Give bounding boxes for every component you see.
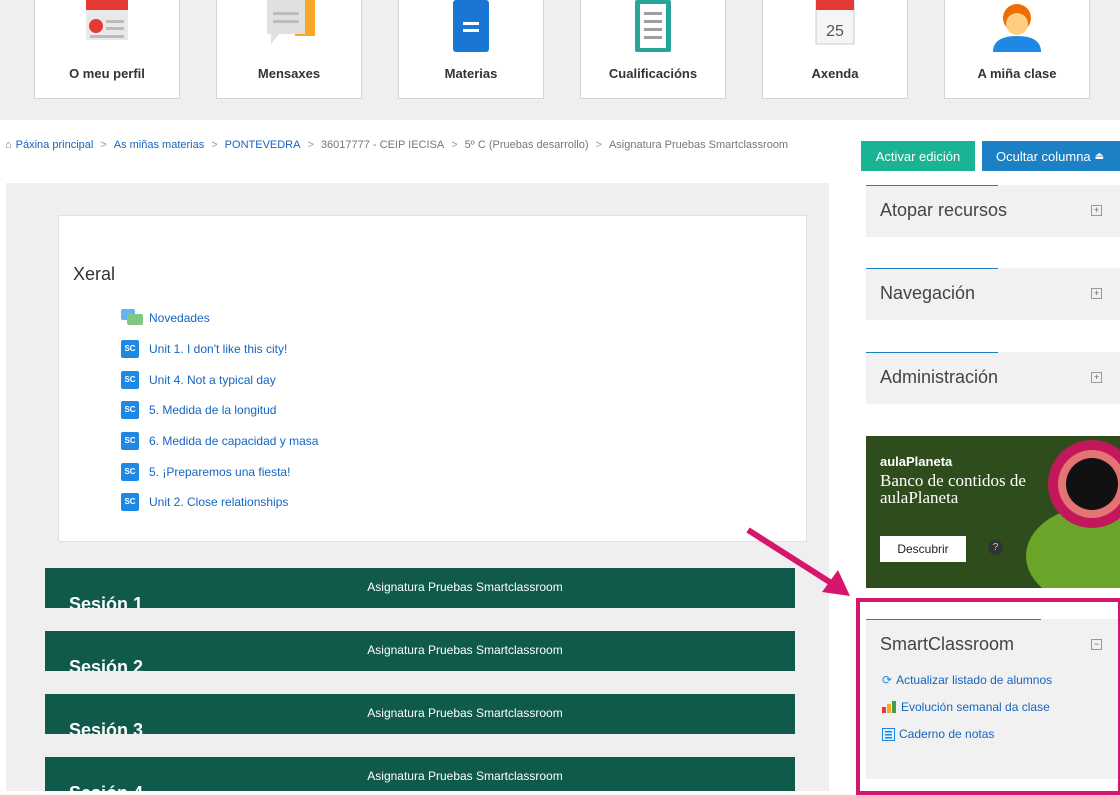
activity-label: Unit 1. I don't like this city! [149, 342, 288, 356]
tile-label: Cualificacións [608, 66, 698, 81]
smartclassroom-icon: SC [121, 401, 139, 419]
expand-icon[interactable]: + [1091, 372, 1102, 383]
section-course-name: Asignatura Pruebas Smartclassroom [367, 706, 563, 720]
section-course-name: Asignatura Pruebas Smartclassroom [367, 643, 563, 657]
smartclassroom-icon: SC [121, 493, 139, 511]
tile-messages[interactable]: Mensaxes [216, 0, 362, 99]
section-course-name: Asignatura Pruebas Smartclassroom [367, 580, 563, 594]
smartclassroom-icon: SC [121, 371, 139, 389]
tile-label: Mensaxes [257, 66, 321, 81]
hide-column-button[interactable]: Ocultar columna ⏏ [982, 141, 1120, 171]
activity-item[interactable]: SC Unit 2. Close relationships [121, 491, 288, 513]
eject-icon: ⏏ [1094, 150, 1105, 162]
section-banner[interactable]: Asignatura Pruebas Smartclassroom Sesión… [45, 757, 795, 791]
section-name: Sesión 3 [69, 720, 144, 734]
help-icon[interactable]: ? [988, 540, 1003, 555]
activity-item[interactable]: SC 6. Medida de capacidad y masa [121, 430, 318, 452]
expand-icon[interactable]: + [1091, 288, 1102, 299]
book-icon [453, 0, 489, 52]
profile-icon [86, 0, 128, 40]
activity-label: 5. Medida de la longitud [149, 403, 277, 417]
breadcrumb-item[interactable]: Asignatura Pruebas Smartclassroom [609, 139, 788, 151]
breadcrumb-item[interactable]: 36017777 - CEIP IECISA [321, 139, 444, 151]
hide-column-label: Ocultar columna [996, 148, 1091, 164]
class-icon [993, 4, 1041, 52]
top-menu-bar: O meu perfil Mensaxes Materias Cualifica… [0, 0, 1120, 120]
activity-label: 5. ¡Preparemos una fiesta! [149, 465, 291, 479]
section-banner[interactable]: Asignatura Pruebas Smartclassroom Sesión… [45, 631, 795, 671]
activity-item[interactable]: SC 5. ¡Preparemos una fiesta! [121, 461, 290, 483]
breadcrumb-item[interactable]: PONTEVEDRA [225, 139, 301, 151]
section-course-name: Asignatura Pruebas Smartclassroom [367, 769, 563, 783]
breadcrumb: ⌂ Páxina principal > As miñas materias > P… [5, 139, 789, 151]
tile-label: O meu perfil [69, 66, 145, 81]
calendar-day: 25 [826, 23, 844, 40]
tile-subjects[interactable]: Materias [398, 0, 544, 99]
block-title: Administración [880, 367, 999, 387]
tile-grades[interactable]: Cualificacións [580, 0, 726, 99]
block-title: Atopar recursos [880, 200, 1008, 220]
home-icon: ⌂ [5, 139, 12, 151]
forum-icon [121, 309, 143, 325]
promo-text: Banco de contidos de aulaPlaneta [880, 471, 1026, 507]
breadcrumb-item[interactable]: 5º C (Pruebas desarrollo) [465, 139, 589, 151]
smartclassroom-icon: SC [121, 432, 139, 450]
block-administration[interactable]: Administración + [866, 352, 1120, 404]
tile-class[interactable]: A miña clase [944, 0, 1090, 99]
activity-item[interactable]: SC Unit 4. Not a typical day [121, 369, 276, 391]
block-title: Navegación [880, 283, 976, 303]
breadcrumb-home[interactable]: Páxina principal [16, 139, 94, 151]
annotation-arrow [746, 527, 850, 596]
section-name: Sesión 4 [69, 783, 143, 791]
activity-label: Unit 2. Close relationships [149, 495, 289, 509]
discover-button[interactable]: Descubrir [880, 536, 966, 562]
expand-icon[interactable]: + [1091, 205, 1102, 216]
tile-label: Materias [444, 66, 498, 81]
highlight-box [856, 598, 1120, 795]
clipboard-icon [635, 0, 671, 52]
activate-editing-button[interactable]: Activar edición [861, 141, 975, 171]
activity-label: 6. Medida de capacidad y masa [149, 434, 319, 448]
aulaplaneta-promo: aulaPlaneta Banco de contidos de aulaPla… [866, 436, 1120, 588]
promo-brand: aulaPlaneta [880, 454, 953, 469]
activity-label: Novedades [149, 311, 210, 325]
block-find-resources[interactable]: Atopar recursos + [866, 185, 1120, 237]
section-name: Sesión 1 [69, 594, 144, 608]
section-name: Sesión 2 [69, 657, 144, 671]
smartclassroom-icon: SC [121, 340, 139, 358]
messages-icon [267, 0, 315, 44]
smartclassroom-icon: SC [121, 463, 139, 481]
section-general: Xeral Novedades SC Unit 1. I don't like t… [58, 215, 807, 542]
tile-profile[interactable]: O meu perfil [34, 0, 180, 99]
activity-item[interactable]: SC 5. Medida de la longitud [121, 399, 276, 421]
block-navigation[interactable]: Navegación + [866, 268, 1120, 320]
activity-item[interactable]: SC Unit 1. I don't like this city! [121, 338, 287, 360]
section-title: Xeral [73, 264, 116, 284]
tile-label: Axenda [811, 66, 859, 81]
activity-label: Unit 4. Not a typical day [149, 373, 276, 387]
activity-forum[interactable]: Novedades [121, 307, 210, 329]
breadcrumb-item[interactable]: As miñas materias [114, 139, 204, 151]
tile-agenda[interactable]: 25 Axenda [762, 0, 908, 99]
tile-label: A miña clase [977, 66, 1057, 81]
section-banner[interactable]: Asignatura Pruebas Smartclassroom Sesión… [45, 694, 795, 734]
section-banner[interactable]: Asignatura Pruebas Smartclassroom Sesión… [45, 568, 795, 608]
